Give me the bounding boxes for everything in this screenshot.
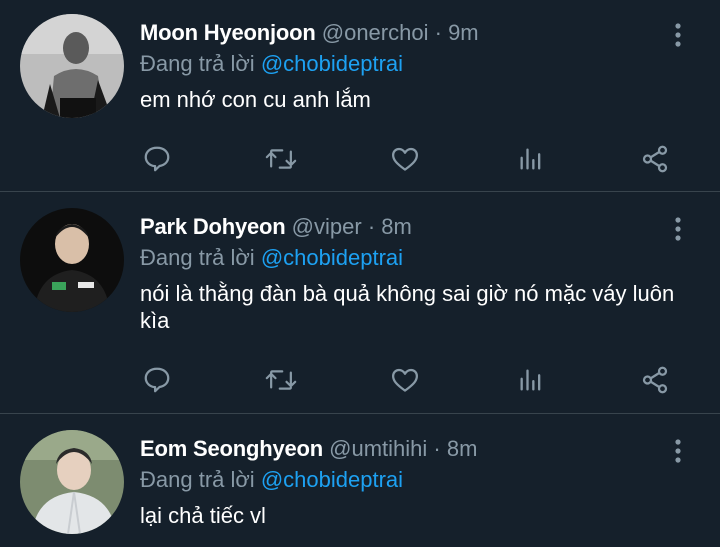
avatar[interactable] xyxy=(20,208,124,312)
reply-icon[interactable] xyxy=(140,142,174,176)
tweet-header: Park Dohyeon @viper · 8m xyxy=(140,214,412,240)
reply-prefix: Đang trả lời xyxy=(140,51,255,76)
display-name[interactable]: Eom Seonghyeon xyxy=(140,436,323,461)
separator-dot: · xyxy=(433,436,441,461)
separator-dot: · xyxy=(367,214,376,239)
reply-prefix: Đang trả lời xyxy=(140,245,255,270)
more-icon[interactable] xyxy=(664,436,692,466)
tweet[interactable]: Moon Hyeonjoon @onerchoi · 9m Đang trả l… xyxy=(0,14,720,192)
divider xyxy=(0,191,720,192)
replying-to: Đang trả lời @chobideptrai xyxy=(140,51,403,77)
retweet-icon[interactable] xyxy=(264,142,298,176)
tweet-header: Moon Hyeonjoon @onerchoi · 9m xyxy=(140,20,479,46)
retweet-icon[interactable] xyxy=(264,363,298,397)
more-icon[interactable] xyxy=(664,214,692,244)
display-name[interactable]: Moon Hyeonjoon xyxy=(140,20,316,45)
timestamp[interactable]: 9m xyxy=(448,20,479,45)
avatar[interactable] xyxy=(20,14,124,118)
tweet[interactable]: Park Dohyeon @viper · 8m Đang trả lời @c… xyxy=(0,208,720,414)
analytics-icon[interactable] xyxy=(514,142,548,176)
avatar[interactable] xyxy=(20,430,124,534)
tweet-header: Eom Seonghyeon @umtihihi · 8m xyxy=(140,436,477,462)
tweet-actions xyxy=(140,142,700,176)
share-icon[interactable] xyxy=(638,142,672,176)
replying-to: Đang trả lời @chobideptrai xyxy=(140,467,403,493)
replying-to: Đang trả lời @chobideptrai xyxy=(140,245,403,271)
analytics-icon[interactable] xyxy=(514,363,548,397)
reply-prefix: Đang trả lời xyxy=(140,467,255,492)
tweet-actions xyxy=(140,363,700,397)
reply-icon[interactable] xyxy=(140,363,174,397)
divider xyxy=(0,413,720,414)
user-handle[interactable]: @onerchoi xyxy=(322,20,429,45)
tweet-text: em nhớ con cu anh lắm xyxy=(140,87,371,112)
timestamp[interactable]: 8m xyxy=(447,436,478,461)
tweet-text: lại chả tiếc vl xyxy=(140,503,266,528)
like-icon[interactable] xyxy=(388,142,422,176)
mention-link[interactable]: @chobideptrai xyxy=(261,245,403,270)
display-name[interactable]: Park Dohyeon xyxy=(140,214,286,239)
like-icon[interactable] xyxy=(388,363,422,397)
timestamp[interactable]: 8m xyxy=(381,214,412,239)
user-handle[interactable]: @umtihihi xyxy=(329,436,427,461)
tweet-text: nói là thằng đàn bà quả không sai giờ nó… xyxy=(140,281,675,333)
mention-link[interactable]: @chobideptrai xyxy=(261,51,403,76)
tweet[interactable]: Eom Seonghyeon @umtihihi · 8m Đang trả l… xyxy=(0,430,720,547)
share-icon[interactable] xyxy=(638,363,672,397)
user-handle[interactable]: @viper xyxy=(292,214,362,239)
more-icon[interactable] xyxy=(664,20,692,50)
mention-link[interactable]: @chobideptrai xyxy=(261,467,403,492)
separator-dot: · xyxy=(434,20,442,45)
